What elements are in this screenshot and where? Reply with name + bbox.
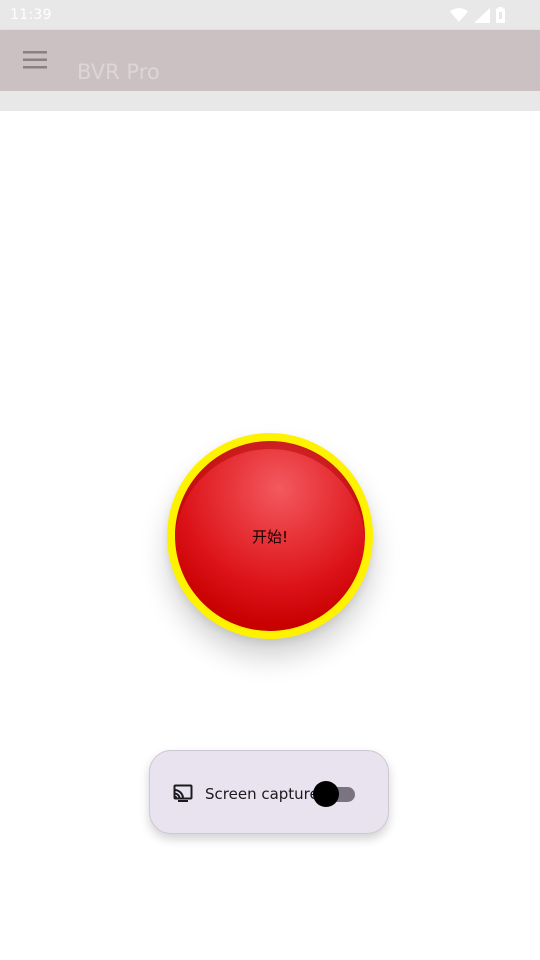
start-button[interactable]: 开始!	[167, 433, 373, 639]
hamburger-menu-icon[interactable]	[21, 48, 49, 72]
start-button-label: 开始!	[251, 527, 288, 546]
status-icons	[450, 7, 505, 23]
cast-icon	[173, 784, 193, 802]
toggle-thumb	[313, 781, 339, 807]
screen-capture-label: Screen capture	[205, 785, 319, 803]
start-button-face[interactable]: 开始!	[175, 441, 365, 631]
app-bar-underlay	[0, 91, 540, 111]
status-bar: 11:39	[0, 0, 540, 30]
app-title: BVR Pro	[77, 60, 160, 84]
status-time: 11:39	[10, 7, 52, 23]
screen-capture-toggle[interactable]	[313, 781, 357, 807]
app-bar: BVR Pro	[0, 30, 540, 91]
screen-capture-card: Screen capture	[149, 750, 389, 834]
battery-icon	[496, 7, 505, 23]
wifi-icon	[450, 7, 468, 22]
cellular-signal-icon	[474, 7, 490, 23]
